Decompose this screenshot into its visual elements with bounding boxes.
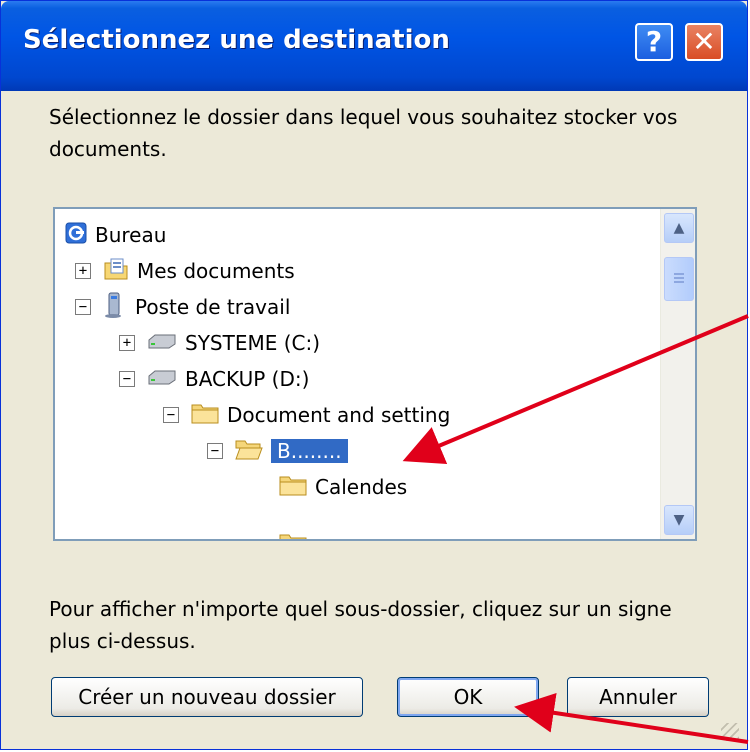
tree-item-document-and-setting[interactable]: − Document and setting: [163, 397, 450, 433]
tree-item-bureau[interactable]: Bureau: [65, 217, 166, 253]
ok-button[interactable]: OK: [397, 677, 539, 717]
close-button[interactable]: ✕: [685, 23, 723, 61]
chevron-down-icon: ▼: [673, 512, 685, 528]
tree-item-b-selected[interactable]: − B........: [207, 433, 348, 469]
help-button[interactable]: ?: [635, 23, 673, 61]
tree-item-systeme-c[interactable]: + SYSTEME (C:): [119, 325, 320, 361]
collapse-toggle[interactable]: −: [119, 371, 135, 387]
dialog-title: Sélectionnez une destination: [23, 25, 450, 55]
tree-item-label: BACKUP (D:): [185, 367, 310, 391]
create-folder-button[interactable]: Créer un nouveau dossier: [51, 677, 363, 717]
help-icon: ?: [645, 25, 663, 58]
expand-toggle[interactable]: +: [119, 335, 135, 351]
folder-icon: [191, 402, 219, 429]
collapse-toggle[interactable]: −: [163, 407, 179, 423]
scroll-down-button[interactable]: ▼: [664, 505, 694, 535]
hint-text: Pour afficher n'importe quel sous-dossie…: [49, 597, 672, 653]
tree-item-label: SYSTEME (C:): [185, 331, 321, 355]
tree-item-label: Poste de travail: [135, 295, 291, 319]
folder-icon: [279, 474, 307, 501]
drive-icon: [147, 331, 177, 355]
dialog-description: Sélectionnez le dossier dans lequel vous…: [49, 105, 678, 161]
documents-folder-icon: [103, 257, 129, 286]
tree-item-label: B........: [271, 439, 348, 463]
folder-tree[interactable]: Bureau + Mes documents − Poste de travai…: [53, 207, 697, 541]
tree-item-backup-d[interactable]: − BACKUP (D:): [119, 361, 309, 397]
cancel-button[interactable]: Annuler: [567, 677, 709, 717]
scroll-up-button[interactable]: ▲: [664, 213, 694, 243]
collapse-toggle[interactable]: −: [207, 443, 223, 459]
tree-item-label: Document and setting: [227, 403, 451, 427]
tree-item-calendes[interactable]: Calendes: [279, 469, 407, 505]
expand-toggle[interactable]: +: [75, 263, 91, 279]
folder-picker-dialog: Sélectionnez une destination ? ✕ Sélecti…: [0, 0, 748, 750]
drive-icon: [147, 367, 177, 391]
resize-grip[interactable]: [721, 723, 739, 741]
chevron-up-icon: ▲: [673, 220, 685, 236]
scroll-thumb[interactable]: [664, 257, 694, 301]
tree-item-label: Calendes: [315, 475, 408, 499]
title-bar[interactable]: Sélectionnez une destination ? ✕: [1, 1, 747, 91]
tree-item-label: Mes documents: [137, 259, 295, 283]
folder-icon: [279, 532, 307, 539]
collapse-toggle[interactable]: −: [75, 299, 91, 315]
tree-item-mes-documents[interactable]: + Mes documents: [75, 253, 295, 289]
open-folder-icon: [235, 438, 263, 465]
desktop-icon: [65, 222, 87, 249]
tree-item-label: Bureau: [95, 223, 167, 247]
computer-icon: [103, 292, 127, 323]
tree-item-partial[interactable]: [279, 527, 315, 539]
tree-scrollbar[interactable]: ▲ ▼: [660, 209, 695, 539]
close-icon: ✕: [692, 25, 716, 58]
tree-item-poste-de-travail[interactable]: − Poste de travail: [75, 289, 290, 325]
